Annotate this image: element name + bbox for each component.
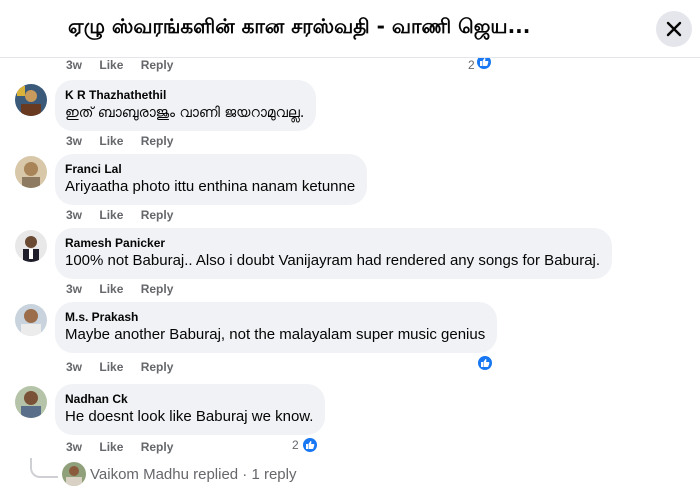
comment-author[interactable]: Franci Lal bbox=[65, 161, 355, 177]
comment-meta: 3w Like Reply bbox=[66, 282, 187, 296]
close-icon bbox=[666, 21, 682, 37]
reaction-summary[interactable]: 2 bbox=[468, 58, 493, 72]
comment-bubble: Franci Lal Ariyaatha photo ittu enthina … bbox=[55, 154, 368, 205]
avatar[interactable] bbox=[15, 230, 47, 262]
reply-summary-text: Vaikom Madhu replied · 1 reply bbox=[90, 465, 297, 483]
reaction-summary[interactable]: 2 bbox=[292, 436, 319, 454]
like-reaction-icon bbox=[474, 58, 493, 71]
comment-text: Maybe another Baburaj, not the malayalam… bbox=[65, 326, 486, 343]
comment-time[interactable]: 3w bbox=[66, 360, 82, 374]
comment-author[interactable]: M.s. Prakash bbox=[65, 309, 485, 325]
view-replies-link[interactable]: Vaikom Madhu replied · 1 reply bbox=[62, 462, 296, 486]
comment-bubble: Nadhan Ck He doesnt look like Baburaj we… bbox=[55, 384, 326, 435]
reply-link[interactable]: Reply bbox=[141, 134, 174, 148]
like-link[interactable]: Like bbox=[99, 134, 123, 148]
like-link[interactable]: Like bbox=[99, 360, 123, 374]
like-link[interactable]: Like bbox=[99, 208, 123, 222]
reaction-count: 2 bbox=[292, 438, 299, 452]
comment-text: He doesnt look like Baburaj we know. bbox=[65, 408, 314, 425]
comment-bubble: K R Thazhathethil ഇത് ബാബുരാജും വാണി ജയറ… bbox=[55, 80, 317, 131]
reaction-count: 2 bbox=[468, 58, 475, 72]
comment-time[interactable]: 3w bbox=[66, 282, 82, 296]
reply-link[interactable]: Reply bbox=[141, 360, 174, 374]
comment-meta: 3w Like Reply bbox=[66, 208, 187, 222]
comment-text: ഇത് ബാബുരാജും വാണി ജയറാമുവല്ല. bbox=[65, 105, 305, 121]
comment-author[interactable]: Nadhan Ck bbox=[65, 391, 313, 407]
comment-author[interactable]: K R Thazhathethil bbox=[65, 87, 304, 103]
comment-author[interactable]: Ramesh Panicker bbox=[65, 235, 600, 251]
comment-time[interactable]: 3w bbox=[66, 208, 82, 222]
like-reaction-icon bbox=[300, 436, 319, 454]
comment-bubble: Ramesh Panicker 100% not Baburaj.. Also … bbox=[55, 228, 613, 279]
close-button[interactable] bbox=[656, 11, 692, 47]
avatar[interactable] bbox=[15, 156, 47, 188]
reaction-summary[interactable] bbox=[476, 354, 494, 372]
avatar bbox=[62, 462, 86, 486]
reply-link[interactable]: Reply bbox=[141, 58, 174, 72]
comment-time[interactable]: 3w bbox=[66, 58, 82, 72]
post-header: ஏழு ஸ்வரங்களின் கான சரஸ்வதி - வாணி ஜெய..… bbox=[0, 0, 700, 58]
avatar[interactable] bbox=[15, 386, 47, 418]
comment-meta: 3w Like Reply bbox=[66, 134, 187, 148]
comment-time[interactable]: 3w bbox=[66, 134, 82, 148]
like-reaction-icon bbox=[476, 354, 494, 372]
reply-link[interactable]: Reply bbox=[141, 282, 174, 296]
like-link[interactable]: Like bbox=[99, 282, 123, 296]
like-link[interactable]: Like bbox=[99, 58, 123, 72]
comment-meta: 3w Like Reply bbox=[66, 58, 187, 72]
post-title: ஏழு ஸ்வரங்களின் கான சரஸ்வதி - வாணி ஜெய..… bbox=[68, 14, 531, 38]
avatar[interactable] bbox=[15, 84, 47, 116]
comment-meta: 3w Like Reply bbox=[66, 440, 187, 454]
reply-link[interactable]: Reply bbox=[141, 208, 174, 222]
reply-link[interactable]: Reply bbox=[141, 440, 174, 454]
comment-bubble: M.s. Prakash Maybe another Baburaj, not … bbox=[55, 302, 498, 353]
like-link[interactable]: Like bbox=[99, 440, 123, 454]
comment-meta: 3w Like Reply bbox=[66, 360, 187, 374]
comment-text: Ariyaatha photo ittu enthina nanam ketun… bbox=[65, 178, 356, 195]
comment-text: 100% not Baburaj.. Also i doubt Vanijayr… bbox=[65, 252, 601, 269]
comment-list: 3w Like Reply 2 K R Thazhathethil ഇത് ബാ… bbox=[0, 58, 700, 494]
comment-time[interactable]: 3w bbox=[66, 440, 82, 454]
avatar[interactable] bbox=[15, 304, 47, 336]
reply-thread-line bbox=[30, 458, 58, 478]
